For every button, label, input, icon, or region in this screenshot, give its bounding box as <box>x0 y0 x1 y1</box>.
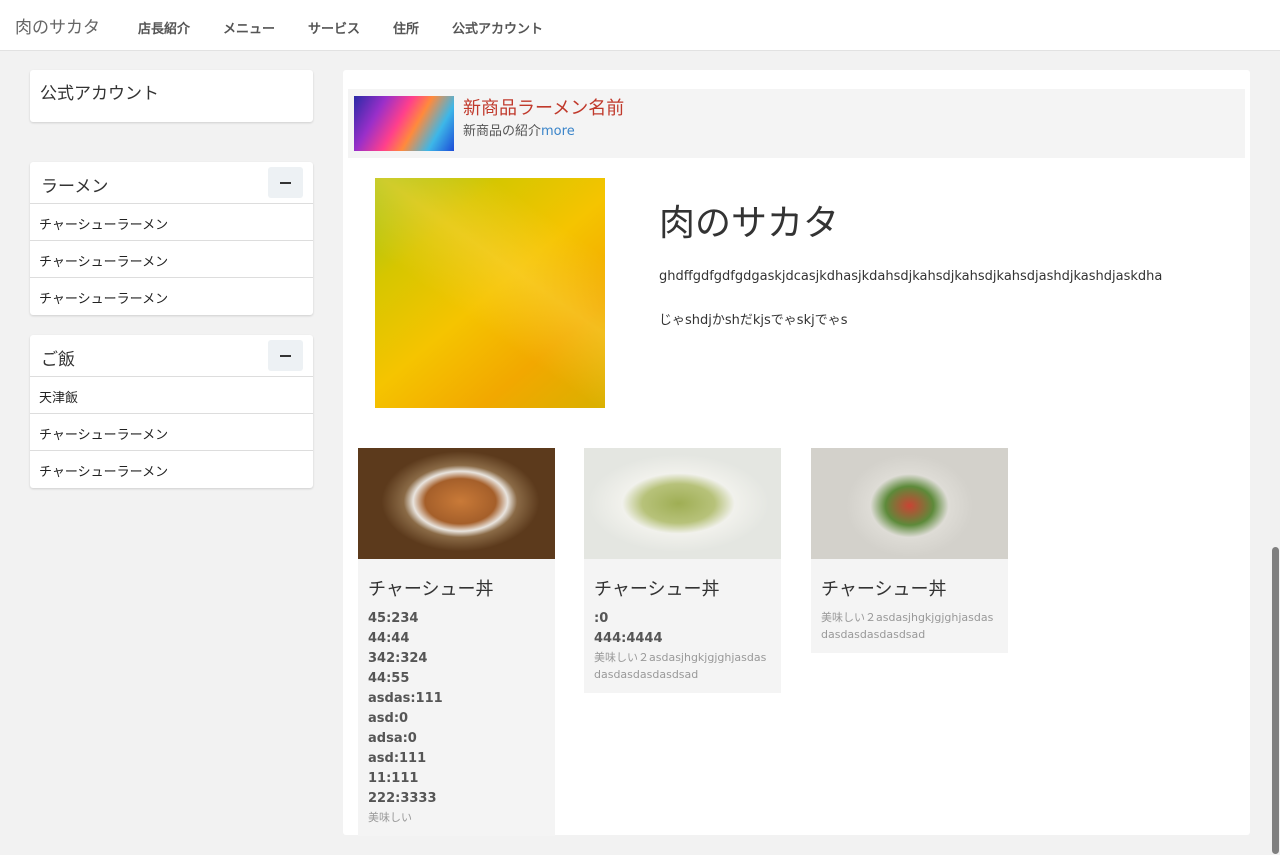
ramen-menu-panel: ラーメン チャーシューラーメン チャーシューラーメン チャーシューラーメン <box>30 162 313 315</box>
minus-icon <box>280 182 291 184</box>
minus-icon <box>280 355 291 357</box>
product-note: 美味しい <box>368 811 412 824</box>
top-navbar: 肉のサカタ 店長紹介 メニュー サービス 住所 公式アカウント <box>0 0 1280 51</box>
nav-link-manager[interactable]: 店長紹介 <box>138 18 190 37</box>
nav-link-menu[interactable]: メニュー <box>223 18 275 37</box>
product-image <box>358 448 555 559</box>
shop-description: ghdffgdfgdfgdgaskjdcasjkdhasjkdahsdjkahs… <box>659 269 1163 284</box>
product-attribute: adsa:0 <box>368 731 417 746</box>
product-attribute: 44:55 <box>368 671 410 686</box>
ramen-menu-item[interactable]: チャーシューラーメン <box>30 241 313 278</box>
ramen-menu-item[interactable]: チャーシューラーメン <box>30 278 313 315</box>
ramen-panel-title: ラーメン <box>41 177 109 197</box>
ramen-collapse-button[interactable] <box>268 167 303 198</box>
product-note: 美味しい２asdasjhgkjgjghjasdasdasdasdasdasdsa… <box>594 651 767 681</box>
product-card[interactable]: チャーシュー丼 美味しい２asdasjhgkjgjghjasdasdasdasd… <box>811 448 1008 653</box>
brand-logo-text[interactable]: 肉のサカタ <box>15 13 100 38</box>
ramen-panel-header: ラーメン <box>30 162 313 204</box>
new-product-desc-text: 新商品の紹介 <box>463 124 542 139</box>
rice-menu-item[interactable]: チャーシューラーメン <box>30 451 313 488</box>
new-product-banner[interactable]: 新商品ラーメン名前 新商品の紹介more <box>348 89 1245 158</box>
shop-name-heading: 肉のサカタ <box>659 203 840 244</box>
product-card[interactable]: チャーシュー丼 :0 444:4444 美味しい２asdasjhgkjgjghj… <box>584 448 781 693</box>
product-attribute: :0 <box>594 611 609 626</box>
product-image <box>811 448 1008 559</box>
rice-menu-panel: ご飯 天津飯 チャーシューラーメン チャーシューラーメン <box>30 335 313 488</box>
product-note: 美味しい２asdasjhgkjgjghjasdasdasdasdasdasdsa… <box>821 611 994 641</box>
new-product-description: 新商品の紹介more <box>463 120 575 139</box>
official-account-panel: 公式アカウント <box>30 70 313 122</box>
nav-link-address[interactable]: 住所 <box>393 18 419 37</box>
scrollbar-thumb[interactable] <box>1272 547 1279 854</box>
product-title: チャーシュー丼 <box>594 579 720 600</box>
ramen-menu-item[interactable]: チャーシューラーメン <box>30 204 313 241</box>
shop-description-2: じゃshdjかshだkjsでゃskjでゃs <box>659 313 848 328</box>
product-image <box>584 448 781 559</box>
rice-panel-title: ご飯 <box>41 350 75 370</box>
product-attribute: 222:3333 <box>368 791 437 806</box>
product-attribute: 342:324 <box>368 651 428 666</box>
product-card[interactable]: チャーシュー丼 45:234 44:44 342:324 44:55 asdas… <box>358 448 555 836</box>
nav-link-service[interactable]: サービス <box>308 18 360 37</box>
new-product-title: 新商品ラーメン名前 <box>463 98 625 119</box>
product-attribute: asd:0 <box>368 711 409 726</box>
new-product-thumbnail <box>354 96 454 151</box>
rice-menu-item[interactable]: 天津飯 <box>30 377 313 414</box>
product-attribute: 444:4444 <box>594 631 663 646</box>
official-account-title: 公式アカウント <box>40 84 159 104</box>
product-attribute: 11:111 <box>368 771 419 786</box>
rice-menu-item[interactable]: チャーシューラーメン <box>30 414 313 451</box>
product-attribute: 44:44 <box>368 631 410 646</box>
nav-link-official-account[interactable]: 公式アカウント <box>452 18 543 37</box>
product-attribute: asd:111 <box>368 751 427 766</box>
more-link[interactable]: more <box>541 124 575 139</box>
main-content: 新商品ラーメン名前 新商品の紹介more 肉のサカタ ghdffgdfgdfgd… <box>343 70 1250 836</box>
shop-hero-image <box>375 178 605 408</box>
product-attribute: asdas:111 <box>368 691 443 706</box>
rice-collapse-button[interactable] <box>268 340 303 371</box>
rice-panel-header: ご飯 <box>30 335 313 377</box>
product-attribute: 45:234 <box>368 611 419 626</box>
product-title: チャーシュー丼 <box>368 579 494 600</box>
product-title: チャーシュー丼 <box>821 579 947 600</box>
